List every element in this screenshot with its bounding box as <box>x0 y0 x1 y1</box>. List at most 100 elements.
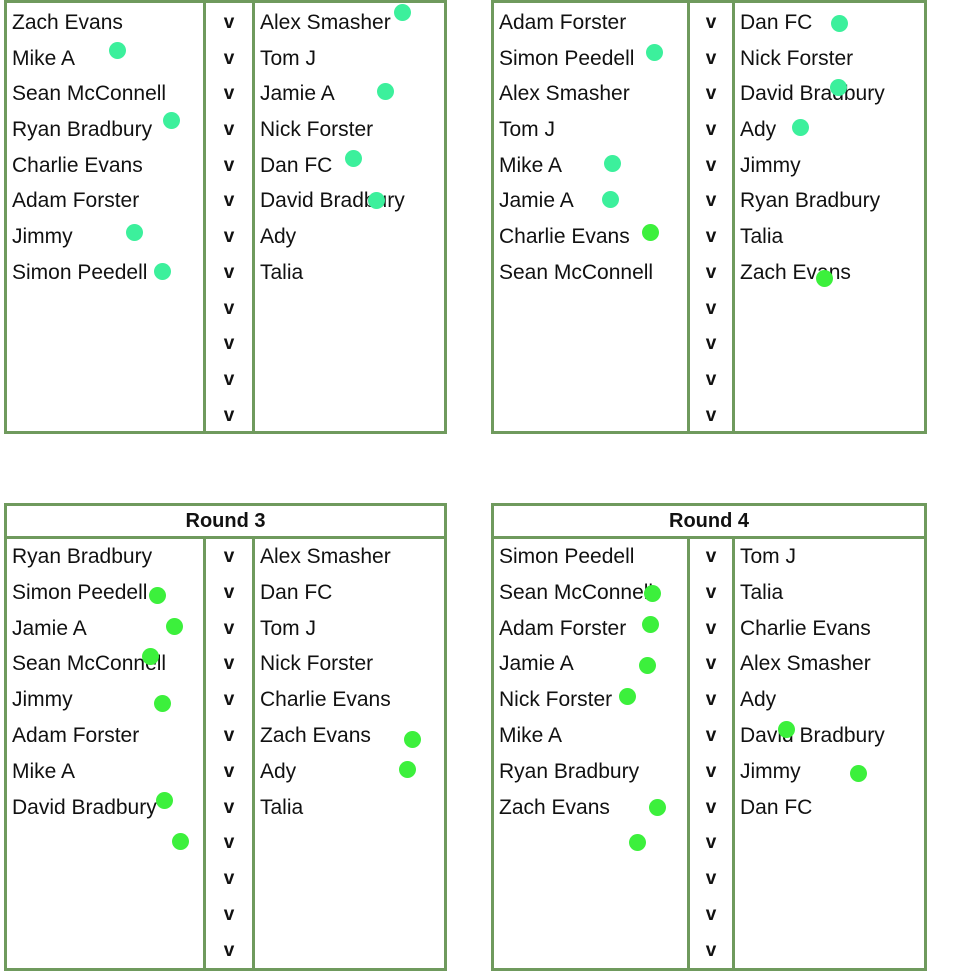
home-player[interactable]: Ryan Bradbury <box>499 754 684 790</box>
away-player[interactable]: David Bradbury <box>740 76 885 112</box>
home-player[interactable]: Adam Forster <box>12 183 200 219</box>
winner-marker-dot <box>394 4 411 21</box>
fixture-row: Adam Forster v Charlie Evans <box>494 611 924 647</box>
away-player[interactable]: Alex Smasher <box>260 539 391 575</box>
home-player[interactable]: Jimmy <box>12 219 200 255</box>
home-player[interactable]: Nick Forster <box>499 682 684 718</box>
away-player[interactable]: Jamie A <box>260 76 335 112</box>
home-player[interactable]: Charlie Evans <box>12 148 200 184</box>
versus-label: v <box>705 832 717 854</box>
fixture-row: Simon Peedell v Tom J <box>494 539 924 575</box>
home-player[interactable]: Alex Smasher <box>499 76 684 112</box>
fixture-row: v <box>7 326 444 362</box>
away-player[interactable]: Dan FC <box>740 5 812 41</box>
away-player[interactable]: Talia <box>260 790 303 826</box>
home-player[interactable]: Tom J <box>499 112 684 148</box>
home-player[interactable]: Sean McConnell <box>12 646 200 682</box>
away-player[interactable]: Dan FC <box>260 148 332 184</box>
away-player[interactable]: Jimmy <box>740 148 801 184</box>
fixture-row: Zach Evans v Dan FC <box>494 790 924 826</box>
away-player[interactable]: Charlie Evans <box>260 682 391 718</box>
home-player[interactable] <box>499 291 684 327</box>
away-player[interactable]: Nick Forster <box>260 646 373 682</box>
away-player[interactable]: Zach Evans <box>260 718 371 754</box>
home-player[interactable]: Jamie A <box>499 183 684 219</box>
away-player[interactable]: Ady <box>740 682 776 718</box>
round-table-1: Zach Evans v Alex Smasher Mike A v Tom J Sean … <box>4 0 447 434</box>
home-player[interactable]: Mike A <box>499 718 684 754</box>
versus-label: v <box>223 581 235 603</box>
round-table-2: Adam Forster v Dan FC Simon Peedell v Nick Fo… <box>491 0 927 434</box>
home-player[interactable] <box>12 291 200 327</box>
away-player[interactable]: Ady <box>260 219 296 255</box>
away-player[interactable]: Talia <box>260 255 303 291</box>
fixture-row: Jamie Av Tom J <box>7 611 444 647</box>
home-player[interactable]: Mike A <box>12 41 200 77</box>
home-player[interactable]: Sean McConnell <box>12 76 200 112</box>
home-player[interactable]: Simon Peedell <box>499 539 684 575</box>
away-player[interactable]: Tom J <box>260 41 316 77</box>
home-player[interactable]: Jamie A <box>499 646 684 682</box>
away-player[interactable]: Alex Smasher <box>260 5 391 41</box>
home-player[interactable]: Simon Peedell <box>12 255 200 291</box>
home-player[interactable] <box>12 897 200 933</box>
winner-marker-dot <box>404 731 421 748</box>
away-player[interactable]: Dan FC <box>740 790 812 826</box>
away-player[interactable]: Ady <box>740 112 776 148</box>
home-player[interactable] <box>12 326 200 362</box>
versus-label: v <box>223 868 235 890</box>
fixture-row: David Bradbury v Talia <box>7 790 444 826</box>
away-player[interactable]: Dan FC <box>260 575 332 611</box>
away-player[interactable]: Tom J <box>260 611 316 647</box>
home-player[interactable] <box>499 825 684 861</box>
away-player[interactable]: Nick Forster <box>740 41 853 77</box>
away-player[interactable]: Jimmy <box>740 754 801 790</box>
away-player[interactable]: Talia <box>740 575 783 611</box>
home-player[interactable]: Adam Forster <box>12 718 200 754</box>
versus-label: v <box>223 47 235 69</box>
home-player[interactable]: Adam Forster <box>499 5 684 41</box>
home-player[interactable]: Mike A <box>12 754 200 790</box>
fixture-row: Mike A v David Bradbury <box>494 718 924 754</box>
fixture-row: Jamie A v Alex Smasher <box>494 646 924 682</box>
versus-label: v <box>705 653 717 675</box>
home-player[interactable]: Mike A <box>499 148 684 184</box>
home-player[interactable] <box>12 933 200 969</box>
home-player[interactable]: Simon Peedell <box>12 575 200 611</box>
away-player[interactable]: Alex Smasher <box>740 646 871 682</box>
home-player[interactable]: Zach Evans <box>12 5 200 41</box>
home-player[interactable] <box>499 897 684 933</box>
home-player[interactable] <box>499 398 684 434</box>
fixture-row: v <box>7 291 444 327</box>
home-player[interactable] <box>12 861 200 897</box>
away-player[interactable]: Talia <box>740 219 783 255</box>
versus-label: v <box>223 796 235 818</box>
home-player[interactable] <box>499 861 684 897</box>
fixture-row: Sean McConnell v Nick Forster <box>7 646 444 682</box>
away-player[interactable]: Ryan Bradbury <box>740 183 880 219</box>
versus-label: v <box>705 368 717 390</box>
winner-marker-dot <box>629 834 646 851</box>
away-player[interactable]: Tom J <box>740 539 796 575</box>
home-player[interactable]: Jimmy <box>12 682 200 718</box>
away-player[interactable]: Zach Evans <box>740 255 851 291</box>
away-player[interactable]: Charlie Evans <box>740 611 871 647</box>
home-player[interactable]: Ryan Bradbury <box>12 539 200 575</box>
versus-label: v <box>705 154 717 176</box>
versus-label: v <box>705 796 717 818</box>
home-player[interactable] <box>499 326 684 362</box>
fixture-row: Sean McConnell v Zach Evans <box>494 255 924 291</box>
away-player[interactable]: Ady <box>260 754 296 790</box>
home-player[interactable]: Sean McConnell <box>499 255 684 291</box>
fixture-row: Tom J v Ady <box>494 112 924 148</box>
home-player[interactable]: David Bradbury <box>12 790 200 826</box>
winner-marker-dot <box>604 155 621 172</box>
fixture-row: Sean McConnell v Talia <box>494 575 924 611</box>
home-player[interactable] <box>12 362 200 398</box>
winner-marker-dot <box>646 44 663 61</box>
away-player[interactable]: David Bradbury <box>740 718 885 754</box>
away-player[interactable]: Nick Forster <box>260 112 373 148</box>
home-player[interactable] <box>499 933 684 969</box>
home-player[interactable] <box>499 362 684 398</box>
home-player[interactable] <box>12 398 200 434</box>
